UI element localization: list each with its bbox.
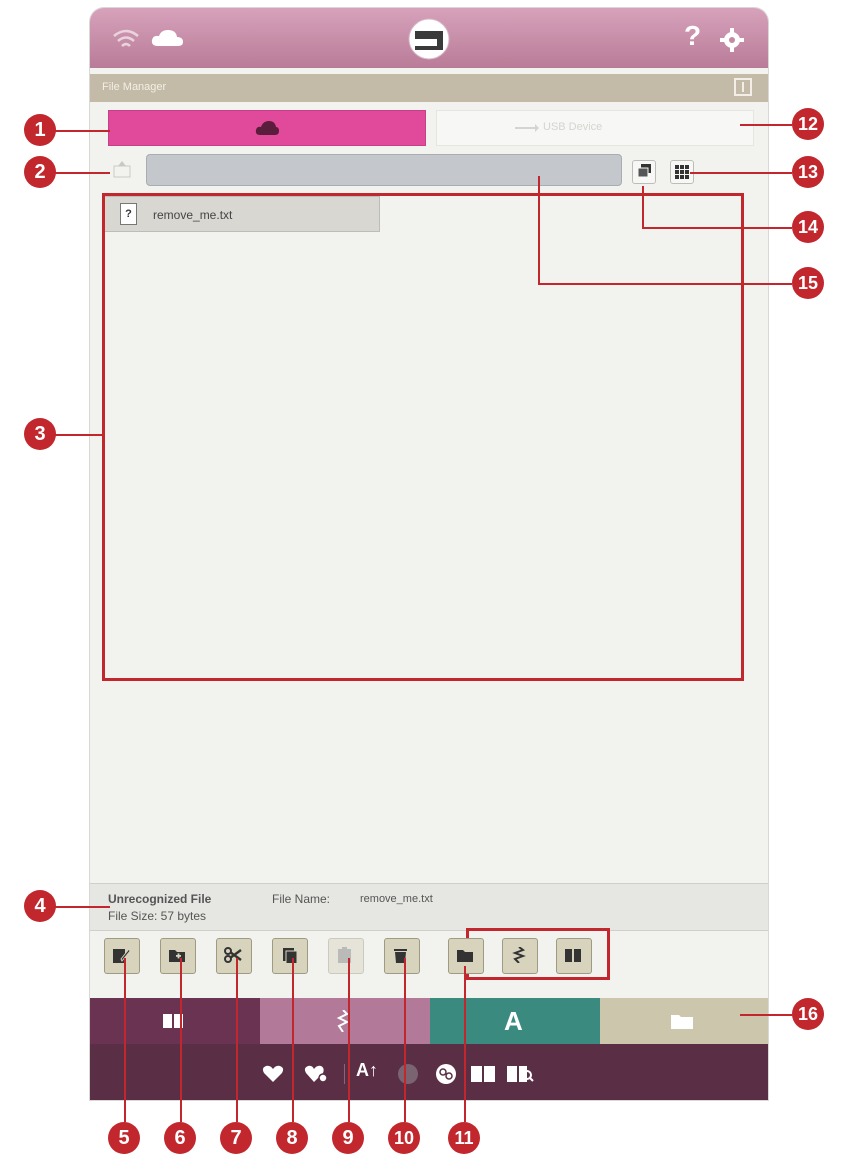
tab-usb-device[interactable]: USB Device	[436, 110, 754, 146]
view-toggle-button[interactable]	[632, 160, 656, 184]
callout-3: 3	[24, 418, 56, 450]
help-icon[interactable]: ?	[684, 20, 701, 52]
nav-file-manager-tab[interactable]	[600, 998, 768, 1044]
guide-book-icon[interactable]	[470, 1064, 496, 1084]
copy-button[interactable]	[272, 938, 308, 974]
leader-line	[404, 958, 406, 1122]
cloud-memory-icon	[255, 121, 279, 135]
nav-sewing-tab[interactable]	[90, 998, 260, 1044]
callout-2: 2	[24, 156, 56, 188]
parent-folder-icon[interactable]	[112, 160, 132, 178]
callout-11: 11	[448, 1122, 480, 1154]
nav-font-tab[interactable]: A	[430, 998, 600, 1044]
callout-1: 1	[24, 114, 56, 146]
new-folder-button[interactable]	[160, 938, 196, 974]
copy-icon	[283, 948, 298, 963]
font-a-icon: A	[504, 1006, 523, 1036]
paste-icon	[338, 947, 351, 963]
callout-9: 9	[332, 1122, 364, 1154]
file-name-label: File Name:	[272, 892, 331, 906]
filter-folders-button[interactable]	[448, 938, 484, 974]
leader-line	[464, 966, 466, 1122]
callout-8: 8	[276, 1122, 308, 1154]
cut-button[interactable]	[216, 938, 252, 974]
callout-10: 10	[388, 1122, 420, 1154]
window-toggle-icon[interactable]	[734, 78, 752, 96]
leader-line	[642, 186, 644, 228]
stitch-icon	[512, 947, 526, 963]
sewing-machine-icon[interactable]	[406, 18, 452, 60]
callout-5: 5	[108, 1122, 140, 1154]
path-bar	[146, 154, 622, 186]
leader-line	[538, 176, 540, 284]
favorite-heart-icon[interactable]	[262, 1064, 284, 1084]
bottom-divider	[344, 1064, 345, 1084]
leader-line	[740, 1014, 792, 1016]
delete-button[interactable]	[384, 938, 420, 974]
color-circle-icon[interactable]	[396, 1062, 420, 1086]
leader-line	[54, 172, 110, 174]
wifi-icon[interactable]	[112, 28, 140, 50]
paste-button[interactable]	[328, 938, 364, 974]
file-list-highlight	[102, 193, 744, 681]
embroidery-icon[interactable]	[434, 1062, 458, 1086]
folder-icon	[457, 950, 473, 962]
rename-icon	[113, 948, 130, 963]
leader-line	[292, 958, 294, 1122]
leader-line	[54, 130, 110, 132]
info-file-name: remove_me.txt	[360, 893, 433, 905]
leader-line	[642, 227, 792, 229]
gear-icon[interactable]	[720, 28, 744, 52]
leader-line	[180, 958, 182, 1122]
callout-12: 12	[792, 108, 824, 140]
stacked-view-icon	[637, 164, 651, 178]
leader-line	[236, 958, 238, 1122]
filter-stitches-button[interactable]	[502, 938, 538, 974]
usb-icon	[515, 124, 539, 132]
leader-line	[54, 906, 110, 908]
leader-line	[690, 172, 792, 174]
callout-4: 4	[24, 890, 56, 922]
cloud-icon[interactable]	[150, 28, 184, 48]
leader-line	[538, 283, 792, 285]
file-manager-folder-icon	[671, 1015, 693, 1029]
tab-internal-memory[interactable]	[108, 110, 426, 146]
tab-usb-label: USB Device	[543, 121, 603, 133]
book-search-icon[interactable]	[506, 1064, 534, 1084]
window-title: File Manager	[102, 81, 167, 93]
file-info-bar: Unrecognized File File Name: remove_me.t…	[90, 883, 768, 931]
favorite-settings-icon[interactable]	[304, 1064, 328, 1084]
filter-designs-button[interactable]	[556, 938, 592, 974]
delete-icon	[394, 949, 407, 963]
callout-7: 7	[220, 1122, 252, 1154]
bottom-toolbar: A↑	[90, 1044, 768, 1100]
font-resize-icon[interactable]: A↑	[356, 1060, 378, 1081]
file-size: File Size: 57 bytes	[108, 909, 207, 923]
mode-nav-bar: A	[90, 998, 768, 1044]
leader-line	[740, 124, 792, 126]
callout-13: 13	[792, 156, 824, 188]
status-bar: ?	[90, 8, 768, 68]
callout-15: 15	[792, 267, 824, 299]
leader-line	[54, 434, 104, 436]
callout-16: 16	[792, 998, 824, 1030]
file-type: Unrecognized File	[108, 892, 212, 906]
leader-line	[124, 958, 126, 1122]
cut-icon	[224, 947, 242, 963]
new-folder-icon	[169, 950, 185, 962]
rename-button[interactable]	[104, 938, 140, 974]
title-bar: File Manager	[90, 74, 768, 102]
callout-14: 14	[792, 211, 824, 243]
callout-6: 6	[164, 1122, 196, 1154]
book-icon	[565, 949, 581, 962]
leader-line	[348, 958, 350, 1122]
